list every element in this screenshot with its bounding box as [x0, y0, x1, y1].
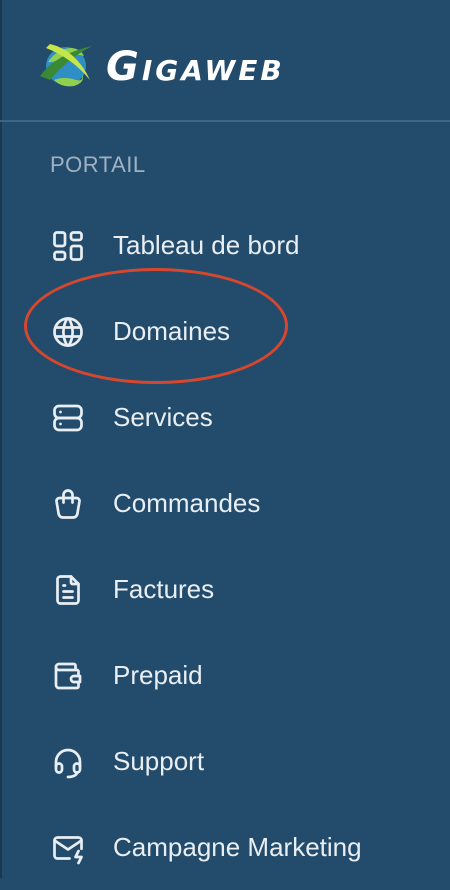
headset-icon: [50, 744, 86, 780]
sidebar-item-services[interactable]: Services: [0, 374, 450, 460]
sidebar-item-factures[interactable]: Factures: [0, 546, 450, 632]
server-icon: [50, 400, 86, 436]
dashboard-icon: [50, 228, 86, 264]
sidebar-item-label: Campagne Marketing: [113, 832, 362, 862]
sidebar-item-domaines[interactable]: Domaines: [0, 288, 450, 374]
sidebar-nav: Tableau de bord Domaines Services Comman…: [0, 202, 450, 890]
sidebar-item-label: Prepaid: [113, 660, 203, 690]
shopping-bag-icon: [50, 486, 86, 522]
sidebar-item-tableau-de-bord[interactable]: Tableau de bord: [0, 202, 450, 288]
sidebar-item-label: Domaines: [113, 316, 231, 346]
mail-bolt-icon: [50, 830, 86, 866]
brand-logo[interactable]: Gigaweb: [0, 0, 450, 120]
globe-icon: [50, 314, 86, 350]
sidebar: Gigaweb PORTAIL Tableau de bord Domaines…: [0, 0, 450, 878]
divider: [0, 120, 450, 122]
sidebar-item-support[interactable]: Support: [0, 718, 450, 804]
wallet-icon: [50, 658, 86, 694]
globe-logo-icon: [40, 44, 92, 87]
sidebar-item-label: Tableau de bord: [113, 230, 300, 260]
sidebar-item-label: Factures: [113, 574, 215, 604]
brand-name: Gigaweb: [106, 44, 285, 90]
sidebar-item-commandes[interactable]: Commandes: [0, 460, 450, 546]
sidebar-item-label: Support: [113, 746, 205, 776]
sidebar-item-label: Commandes: [113, 488, 261, 518]
section-label-portail: PORTAIL: [50, 152, 146, 177]
invoice-icon: [50, 572, 86, 608]
sidebar-item-campagne-marketing[interactable]: Campagne Marketing: [0, 804, 450, 890]
sidebar-item-prepaid[interactable]: Prepaid: [0, 632, 450, 718]
sidebar-item-label: Services: [113, 402, 213, 432]
